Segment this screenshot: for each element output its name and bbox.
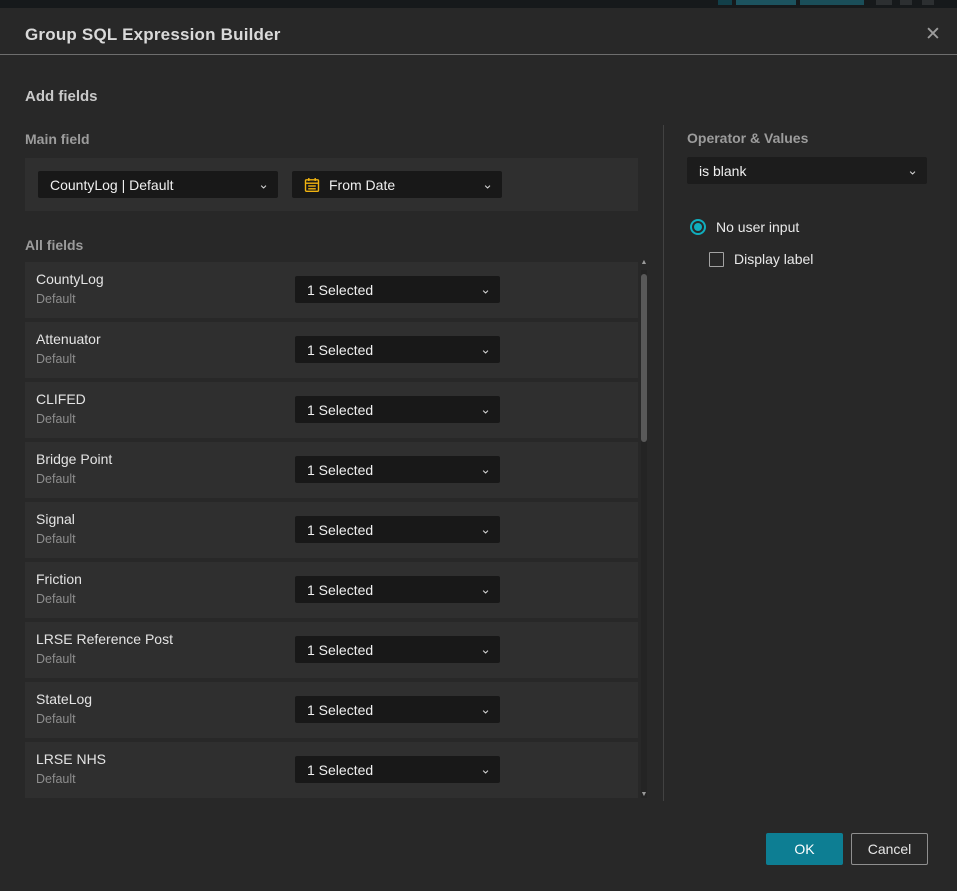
field-sublabel: Default [36,592,76,606]
field-name: Friction [36,571,82,587]
dropdown-value: 1 Selected [307,282,373,298]
field-row: Signal Default 1 Selected ⌄ [25,502,638,558]
field-name: LRSE NHS [36,751,106,767]
ok-button[interactable]: OK [766,833,843,865]
field-sublabel: Default [36,472,76,486]
dialog-title: Group SQL Expression Builder [25,25,281,45]
background-app-strip [0,0,957,8]
dropdown-value: 1 Selected [307,642,373,658]
field-selected-dropdown[interactable]: 1 Selected ⌄ [295,516,500,543]
field-name: CLIFED [36,391,86,407]
field-sublabel: Default [36,352,76,366]
field-row: Bridge Point Default 1 Selected ⌄ [25,442,638,498]
dropdown-value: 1 Selected [307,402,373,418]
chevron-down-icon: ⌄ [480,462,491,475]
header-divider [0,54,957,55]
dropdown-value: 1 Selected [307,762,373,778]
all-fields-label: All fields [25,237,83,253]
chevron-down-icon: ⌄ [258,177,269,190]
field-selected-dropdown[interactable]: 1 Selected ⌄ [295,276,500,303]
dropdown-value: 1 Selected [307,522,373,538]
dropdown-value: 1 Selected [307,582,373,598]
background-fragment [736,0,796,5]
field-row: StateLog Default 1 Selected ⌄ [25,682,638,738]
display-label-option: Display label [709,250,813,268]
background-fragment [900,0,912,5]
checkbox[interactable] [709,252,724,267]
main-source-dropdown[interactable]: CountyLog | Default ⌄ [38,171,278,198]
field-sublabel: Default [36,292,76,306]
field-row: CLIFED Default 1 Selected ⌄ [25,382,638,438]
background-fragment [876,0,892,5]
calendar-icon [304,177,320,193]
checkbox-label: Display label [734,251,813,267]
sql-expression-builder-dialog: Group SQL Expression Builder ✕ Add field… [0,8,957,891]
background-fragment [800,0,864,5]
dropdown-value: CountyLog | Default [50,177,174,193]
field-sublabel: Default [36,652,76,666]
dropdown-value: From Date [329,177,395,193]
chevron-down-icon: ⌄ [482,177,493,190]
dropdown-value: 1 Selected [307,342,373,358]
chevron-down-icon: ⌄ [480,282,491,295]
field-selected-dropdown[interactable]: 1 Selected ⌄ [295,636,500,663]
field-selected-dropdown[interactable]: 1 Selected ⌄ [295,696,500,723]
scroll-up-icon[interactable]: ▲ [636,259,652,267]
background-fragment [922,0,934,5]
chevron-down-icon: ⌄ [480,702,491,715]
main-date-field-dropdown[interactable]: From Date ⌄ [292,171,502,198]
field-row: LRSE NHS Default 1 Selected ⌄ [25,742,638,798]
main-field-panel: CountyLog | Default ⌄ From Date ⌄ [25,158,638,211]
field-name: CountyLog [36,271,104,287]
field-sublabel: Default [36,532,76,546]
panel-divider [663,125,664,801]
field-selected-dropdown[interactable]: 1 Selected ⌄ [295,756,500,783]
screen: Group SQL Expression Builder ✕ Add field… [0,0,957,891]
chevron-down-icon: ⌄ [480,402,491,415]
field-name: Attenuator [36,331,101,347]
chevron-down-icon: ⌄ [480,642,491,655]
radio-dot [694,223,702,231]
field-sublabel: Default [36,712,76,726]
field-name: LRSE Reference Post [36,631,173,647]
radio-label: No user input [716,219,799,235]
add-fields-heading: Add fields [25,88,98,105]
close-icon[interactable]: ✕ [918,20,948,50]
operator-values-label: Operator & Values [687,130,808,146]
no-user-input-option: No user input [690,218,799,236]
background-fragment [718,0,732,5]
scrollbar-thumb[interactable] [641,274,647,442]
chevron-down-icon: ⌄ [480,762,491,775]
chevron-down-icon: ⌄ [480,582,491,595]
radio-button[interactable] [690,219,706,235]
all-fields-list: CountyLog Default 1 Selected ⌄ Attenuato… [25,262,638,802]
field-sublabel: Default [36,772,76,786]
field-selected-dropdown[interactable]: 1 Selected ⌄ [295,576,500,603]
field-name: Bridge Point [36,451,112,467]
chevron-down-icon: ⌄ [480,342,491,355]
scroll-down-icon[interactable]: ▼ [636,791,652,799]
field-selected-dropdown[interactable]: 1 Selected ⌄ [295,456,500,483]
field-name: StateLog [36,691,92,707]
dropdown-value: 1 Selected [307,702,373,718]
field-row: Friction Default 1 Selected ⌄ [25,562,638,618]
main-field-label: Main field [25,131,90,147]
chevron-down-icon: ⌄ [907,163,918,176]
field-name: Signal [36,511,75,527]
operator-dropdown[interactable]: is blank ⌄ [687,157,927,184]
chevron-down-icon: ⌄ [480,522,491,535]
cancel-button[interactable]: Cancel [851,833,928,865]
field-selected-dropdown[interactable]: 1 Selected ⌄ [295,336,500,363]
dropdown-value: 1 Selected [307,462,373,478]
field-row: LRSE Reference Post Default 1 Selected ⌄ [25,622,638,678]
field-row: Attenuator Default 1 Selected ⌄ [25,322,638,378]
field-sublabel: Default [36,412,76,426]
field-selected-dropdown[interactable]: 1 Selected ⌄ [295,396,500,423]
dropdown-value: is blank [699,163,746,179]
field-row: CountyLog Default 1 Selected ⌄ [25,262,638,318]
